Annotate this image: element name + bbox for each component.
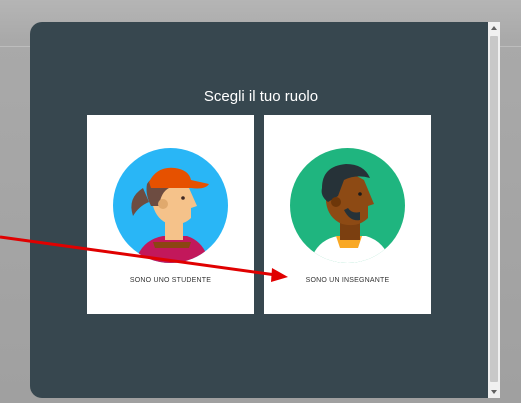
role-selection-dialog: Scegli il tuo ruolo SONO UNO STUDENTE SO… — [30, 22, 492, 398]
student-avatar-icon — [113, 148, 228, 263]
dialog-scrollbar[interactable] — [488, 22, 500, 398]
teacher-role-label: SONO UN INSEGNANTE — [305, 277, 390, 284]
teacher-avatar-icon — [290, 148, 405, 263]
student-role-label: SONO UNO STUDENTE — [129, 277, 212, 284]
scrollbar-thumb[interactable] — [490, 36, 498, 382]
scroll-down-arrow-icon[interactable] — [488, 386, 500, 398]
scroll-up-arrow-icon[interactable] — [488, 22, 500, 34]
student-role-card[interactable]: SONO UNO STUDENTE — [87, 115, 254, 314]
teacher-role-card[interactable]: SONO UN INSEGNANTE — [264, 115, 431, 314]
dialog-title: Scegli il tuo ruolo — [203, 88, 319, 105]
